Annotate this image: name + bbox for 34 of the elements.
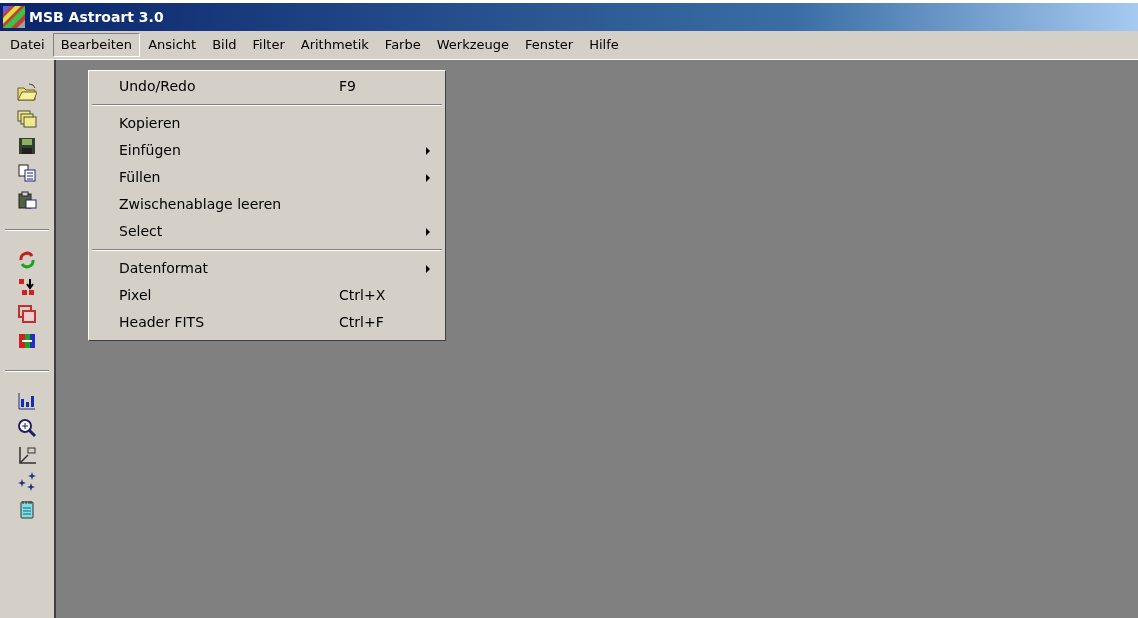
stars-icon[interactable] xyxy=(17,472,37,492)
folder-icon[interactable] xyxy=(17,82,37,102)
menu-item[interactable]: Farbe xyxy=(376,33,429,57)
folders-icon[interactable] xyxy=(17,109,37,129)
menu-item[interactable]: Arithmetik xyxy=(292,33,377,57)
menu-option[interactable]: Pixel Ctrl+X xyxy=(89,282,445,309)
zoom-icon[interactable] xyxy=(17,418,37,438)
windows-icon[interactable] xyxy=(17,304,37,324)
squares-arrow-icon[interactable] xyxy=(17,277,37,297)
histogram-icon[interactable] xyxy=(17,391,37,411)
menu-item[interactable]: Filter xyxy=(244,33,293,57)
menu-item[interactable]: Fenster xyxy=(517,33,582,57)
notepad-icon[interactable] xyxy=(17,499,37,519)
menu-item[interactable]: Bearbeiten xyxy=(52,33,141,57)
copy-icon[interactable] xyxy=(17,163,37,183)
menu-option[interactable]: Kopieren xyxy=(89,110,445,137)
menu-item[interactable]: Bild xyxy=(204,33,245,57)
menu-option[interactable]: Füllen xyxy=(89,164,445,191)
menu-item[interactable]: Datei xyxy=(2,33,53,57)
axes-3d-icon[interactable] xyxy=(17,445,37,465)
menu-option[interactable]: Zwischenablage leeren xyxy=(89,191,445,218)
refresh-icon[interactable] xyxy=(17,250,37,270)
window-title: MSB Astroart 3.0 xyxy=(29,7,164,27)
menu-item[interactable]: Ansicht xyxy=(140,33,205,57)
menu-item[interactable]: Hilfe xyxy=(581,33,627,57)
app-icon xyxy=(3,6,25,28)
menu-option[interactable]: Header FITS Ctrl+F xyxy=(89,309,445,336)
menu-item[interactable]: Werkzeuge xyxy=(428,33,517,57)
menu-option[interactable]: Select xyxy=(89,218,445,245)
paste-icon[interactable] xyxy=(17,190,37,210)
menu-option[interactable]: Einfügen xyxy=(89,137,445,164)
color-channels-icon[interactable] xyxy=(17,331,37,351)
menu-option[interactable]: Undo/Redo F9 xyxy=(89,73,445,100)
menu-option[interactable]: Datenformat xyxy=(89,255,445,282)
